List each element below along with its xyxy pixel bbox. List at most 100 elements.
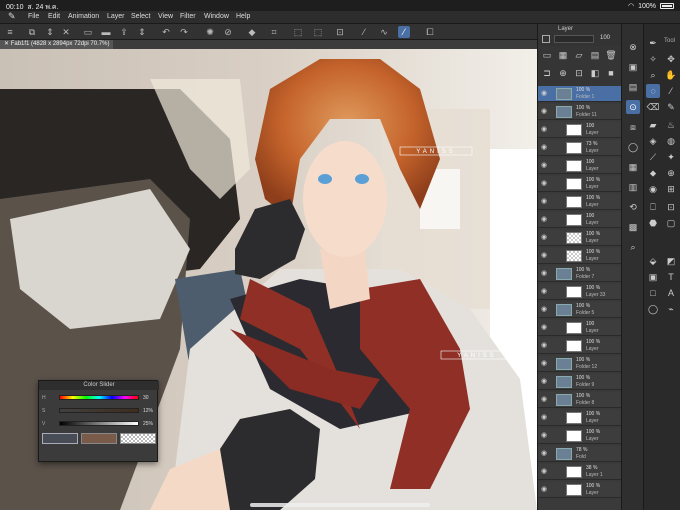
menu-file[interactable]: File <box>28 13 39 20</box>
menu-window[interactable]: Window <box>204 13 229 20</box>
menu-edit[interactable]: Edit <box>48 13 60 20</box>
blend-mode-dropdown[interactable] <box>554 35 594 43</box>
export-stepper-icon[interactable]: ⇕ <box>136 26 148 38</box>
fill-tool-icon[interactable]: ⬥ <box>646 166 660 180</box>
visibility-eye-icon[interactable]: ◉ <box>540 216 548 224</box>
sub-color-swatch[interactable] <box>81 433 117 444</box>
lasso-tool-icon[interactable]: ◌ <box>646 84 660 98</box>
merge-icon[interactable]: ▤ <box>588 48 602 62</box>
mask-icon[interactable]: ◧ <box>588 66 602 80</box>
new-vector-layer-icon[interactable]: ▦ <box>556 48 570 62</box>
layer-row[interactable]: ◉ 100 Layer <box>538 212 622 228</box>
settings-icon[interactable]: ⧠ <box>424 26 436 38</box>
ruler-icon[interactable]: ⁄ <box>358 26 370 38</box>
move-tool-icon[interactable]: ✥ <box>664 52 678 66</box>
square-shape-icon[interactable]: ▣ <box>646 270 660 284</box>
color-slider-palette[interactable]: Color Slider H 30 S 12% V 25% <box>38 380 159 462</box>
palette-color-icon[interactable]: ■ <box>604 66 618 80</box>
layer-row[interactable]: ◉ 100 % Layer <box>538 176 622 192</box>
color-circle-icon[interactable]: ◯ <box>626 140 640 154</box>
layer-row[interactable]: ◉ 100 % Layer <box>538 482 622 498</box>
property-icon[interactable]: ▤ <box>626 80 640 94</box>
layer-row[interactable]: ◉ 100 % Layer <box>538 248 622 264</box>
operation-icon[interactable]: ⊡ <box>664 200 678 214</box>
layer-folder-row[interactable]: ◉ 78 % Fold <box>538 446 622 462</box>
undo-icon[interactable]: ↶ <box>160 26 172 38</box>
clip-icon[interactable]: ⊐ <box>540 66 554 80</box>
gradient-fill-icon[interactable]: ◩ <box>664 254 678 268</box>
select-show-icon[interactable]: ⊡ <box>334 26 346 38</box>
history-icon[interactable]: ⟲ <box>626 200 640 214</box>
export-icon[interactable]: ⇪ <box>118 26 130 38</box>
new-raster-layer-icon[interactable]: ▭ <box>540 48 554 62</box>
delete-layer-icon[interactable]: 🗑 <box>604 48 618 62</box>
airbrush-icon[interactable]: ◈ <box>646 134 660 148</box>
visibility-eye-icon[interactable]: ◉ <box>540 180 548 188</box>
eraser-icon[interactable]: ⌫ <box>646 100 660 114</box>
layer-row[interactable]: ◉ 100 % Layer <box>538 410 622 426</box>
visibility-eye-icon[interactable]: ◉ <box>540 468 548 476</box>
visibility-eye-icon[interactable]: ◉ <box>540 324 548 332</box>
layer-folder-row[interactable]: ◉ 100 % Folder 7 <box>538 266 622 282</box>
fill-icon[interactable]: ◆ <box>246 26 258 38</box>
visibility-eye-icon[interactable]: ◉ <box>540 396 548 404</box>
document-tab[interactable]: ✕ Fab1f1 (4828 x 2894px 72dpi 70.7%) <box>0 40 114 49</box>
close-icon[interactable]: ⊗ <box>626 40 640 54</box>
pencil-icon[interactable]: ✎ <box>664 100 678 114</box>
layer-row[interactable]: ◉ 100 % Layer <box>538 428 622 444</box>
marker-icon[interactable]: ▰ <box>646 118 660 132</box>
brush-size-icon[interactable]: ⊙ <box>626 100 640 114</box>
brush-icon[interactable]: ⟋ <box>646 150 660 164</box>
text-tool-icon[interactable]: T <box>664 270 678 284</box>
layer-row[interactable]: ◉ 38 % Layer 1 <box>538 464 622 480</box>
saturation-slider[interactable] <box>59 408 139 413</box>
layer-search-icon[interactable]: ⌕ <box>626 240 640 254</box>
layer-row[interactable]: ◉ 100 % Layer <box>538 194 622 210</box>
color-slider-icon[interactable]: ▥ <box>626 180 640 194</box>
text-a-icon[interactable]: A <box>664 286 678 300</box>
menu-filter[interactable]: Filter <box>180 13 196 20</box>
visibility-eye-icon[interactable]: ◉ <box>540 360 548 368</box>
spinner-icon[interactable]: ✺ <box>204 26 216 38</box>
clear-icon[interactable]: ⊘ <box>222 26 234 38</box>
save-icon[interactable]: ▬ <box>100 26 112 38</box>
visibility-eye-icon[interactable]: ◉ <box>540 288 548 296</box>
hue-slider[interactable] <box>59 395 139 400</box>
visibility-eye-icon[interactable]: ◉ <box>540 306 548 314</box>
visibility-eye-icon[interactable]: ◉ <box>540 144 548 152</box>
menu-help[interactable]: Help <box>236 13 250 20</box>
value-slider[interactable] <box>59 421 139 426</box>
shape-icon[interactable]: ▢ <box>664 216 678 230</box>
visibility-eye-icon[interactable]: ◉ <box>540 162 548 170</box>
pen-tool-icon[interactable]: ✒ <box>646 36 660 50</box>
app-logo-icon[interactable]: ✎ <box>8 11 16 22</box>
new-folder-icon[interactable]: ▱ <box>572 48 586 62</box>
folder-open-icon[interactable]: ▭ <box>82 26 94 38</box>
visibility-eye-icon[interactable]: ◉ <box>540 432 548 440</box>
layer-folder-row[interactable]: ◉ 100 % Folder 12 <box>538 356 622 372</box>
layer-row[interactable]: ◉ 100 Layer <box>538 320 622 336</box>
visibility-eye-icon[interactable]: ◉ <box>540 252 548 260</box>
new-canvas-icon[interactable]: ⧉ <box>26 26 38 38</box>
figure-icon[interactable]: ◉ <box>646 182 660 196</box>
material-icon[interactable]: ▩ <box>626 220 640 234</box>
color-slider-title[interactable]: Color Slider <box>39 381 159 390</box>
invert-select-icon[interactable]: ⬚ <box>312 26 324 38</box>
rectangle-icon[interactable]: □ <box>646 286 660 300</box>
magic-wand-icon[interactable]: ✧ <box>646 52 660 66</box>
visibility-eye-icon[interactable]: ◉ <box>540 486 548 494</box>
menu-select[interactable]: Select <box>131 13 150 20</box>
close-tab-icon[interactable]: ✕ <box>4 41 11 47</box>
deselect-icon[interactable]: ⬚ <box>292 26 304 38</box>
lock-icon[interactable]: ⊡ <box>572 66 586 80</box>
snap-icon[interactable]: ∿ <box>378 26 390 38</box>
visibility-eye-icon[interactable]: ◉ <box>540 270 548 278</box>
blur-icon[interactable]: ◍ <box>664 134 678 148</box>
color-set-icon[interactable]: ▦ <box>626 160 640 174</box>
redo-icon[interactable]: ↷ <box>178 26 190 38</box>
navigator-icon[interactable]: ▣ <box>626 60 640 74</box>
layer-row[interactable]: ◉ 100 % Layer <box>538 230 622 246</box>
visibility-eye-icon[interactable]: ◉ <box>540 198 548 206</box>
speech-balloon-icon[interactable]: ◯ <box>646 302 660 316</box>
layer-row[interactable]: ◉ 100 Layer <box>538 158 622 174</box>
